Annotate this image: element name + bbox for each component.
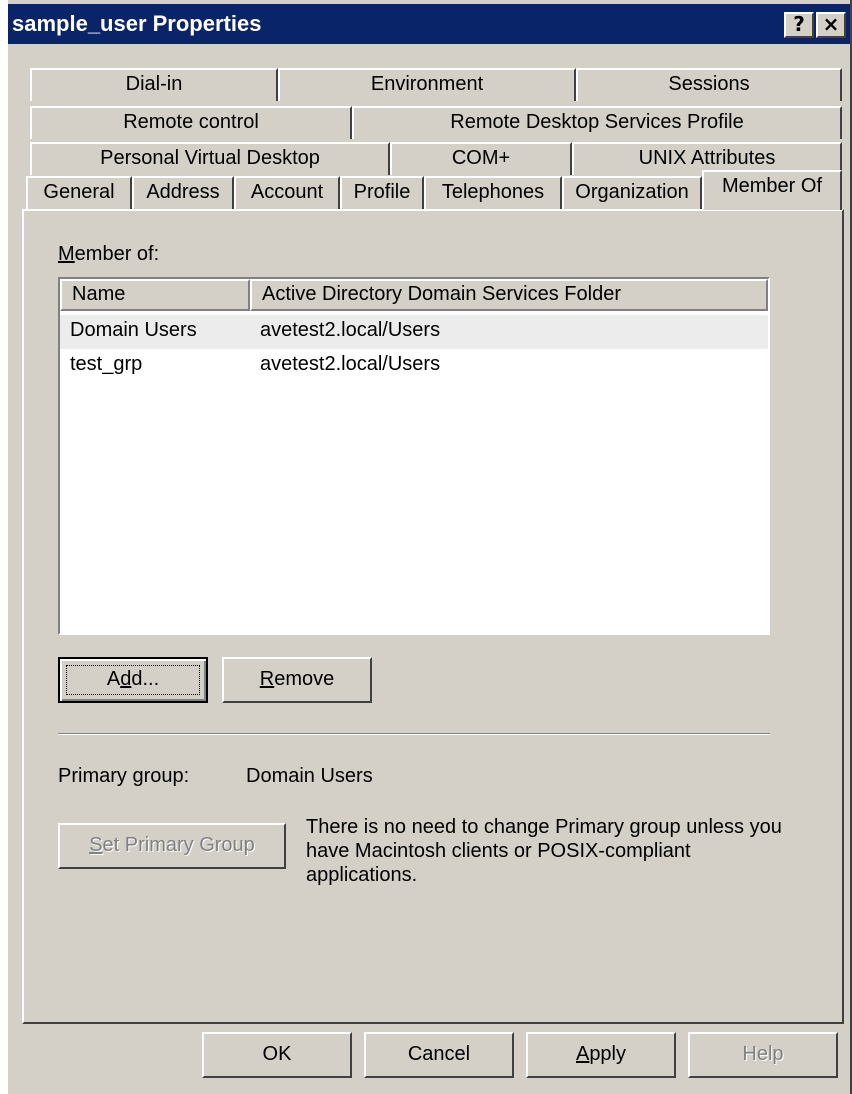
group-name: Domain Users bbox=[70, 319, 197, 341]
help-caption-button[interactable]: ? bbox=[784, 12, 814, 38]
tab-label: COM+ bbox=[451, 147, 511, 169]
help-button[interactable]: Help bbox=[688, 1032, 838, 1078]
tab-label: General bbox=[43, 181, 115, 203]
column-header-name[interactable]: Name bbox=[60, 279, 250, 311]
tab-member-of[interactable]: Member Of bbox=[702, 170, 842, 210]
ok-button[interactable]: OK bbox=[202, 1032, 352, 1078]
primary-group-value: Domain Users bbox=[246, 765, 373, 787]
remove-button[interactable]: Remove bbox=[222, 657, 372, 703]
tab-label: Telephones bbox=[441, 181, 545, 203]
list-item[interactable]: Domain Users avetest2.local/Users bbox=[60, 315, 768, 349]
tab-general[interactable]: General bbox=[26, 176, 132, 209]
title-bar[interactable]: sample_user Properties ? × bbox=[8, 4, 850, 44]
tab-organization[interactable]: Organization bbox=[562, 176, 702, 209]
tab-sessions[interactable]: Sessions bbox=[576, 68, 842, 101]
primary-group-note: There is no need to change Primary group… bbox=[306, 816, 782, 886]
tab-label: Personal Virtual Desktop bbox=[100, 147, 320, 169]
tab-label: Remote control bbox=[123, 111, 259, 133]
tab-remote-control[interactable]: Remote control bbox=[30, 106, 352, 139]
column-header-folder[interactable]: Active Directory Domain Services Folder bbox=[250, 279, 768, 311]
member-of-panel: Member of: Name Active Directory Domain … bbox=[22, 209, 844, 1024]
tab-telephones[interactable]: Telephones bbox=[424, 176, 562, 209]
tab-profile[interactable]: Profile bbox=[340, 176, 424, 209]
tab-label: Sessions bbox=[668, 73, 750, 95]
window-title: sample_user Properties bbox=[12, 11, 262, 36]
tab-label: Profile bbox=[353, 181, 411, 203]
primary-group-label: Primary group: bbox=[58, 765, 190, 787]
add-button[interactable]: Add... bbox=[58, 657, 208, 703]
tab-remote-desktop-services-profile[interactable]: Remote Desktop Services Profile bbox=[352, 106, 842, 139]
cancel-button[interactable]: Cancel bbox=[364, 1032, 514, 1078]
tab-address[interactable]: Address bbox=[132, 176, 234, 209]
tab-label: Account bbox=[250, 181, 324, 203]
tab-label: Member Of bbox=[721, 175, 823, 197]
tab-label: Address bbox=[146, 181, 220, 203]
close-button[interactable]: × bbox=[816, 12, 846, 38]
tab-label: Dial-in bbox=[125, 73, 183, 95]
tab-personal-virtual-desktop[interactable]: Personal Virtual Desktop bbox=[30, 142, 390, 175]
groups-list[interactable]: Name Active Directory Domain Services Fo… bbox=[58, 277, 770, 635]
member-of-label: Member of: bbox=[58, 243, 160, 265]
tab-label: UNIX Attributes bbox=[638, 147, 776, 169]
tab-label: Environment bbox=[370, 73, 484, 95]
list-item[interactable]: test_grp avetest2.local/Users bbox=[60, 349, 768, 383]
apply-button[interactable]: Apply bbox=[526, 1032, 676, 1078]
question-mark-icon: ? bbox=[793, 12, 805, 36]
tab-label: Organization bbox=[575, 181, 689, 203]
tab-environment[interactable]: Environment bbox=[278, 68, 576, 101]
group-folder: avetest2.local/Users bbox=[260, 353, 441, 375]
separator bbox=[58, 733, 770, 735]
list-header: Name Active Directory Domain Services Fo… bbox=[60, 279, 768, 311]
tab-account[interactable]: Account bbox=[234, 176, 340, 209]
focus-rectangle bbox=[66, 665, 200, 695]
properties-dialog: sample_user Properties ? × Dial-in Envir… bbox=[8, 0, 852, 1094]
group-name: test_grp bbox=[70, 353, 143, 375]
close-icon: × bbox=[822, 12, 840, 36]
tab-dial-in[interactable]: Dial-in bbox=[30, 68, 278, 101]
tab-com-plus[interactable]: COM+ bbox=[390, 142, 572, 175]
tab-label: Remote Desktop Services Profile bbox=[450, 111, 744, 133]
set-primary-group-button[interactable]: Set Primary Group bbox=[58, 823, 286, 869]
group-folder: avetest2.local/Users bbox=[260, 319, 441, 341]
